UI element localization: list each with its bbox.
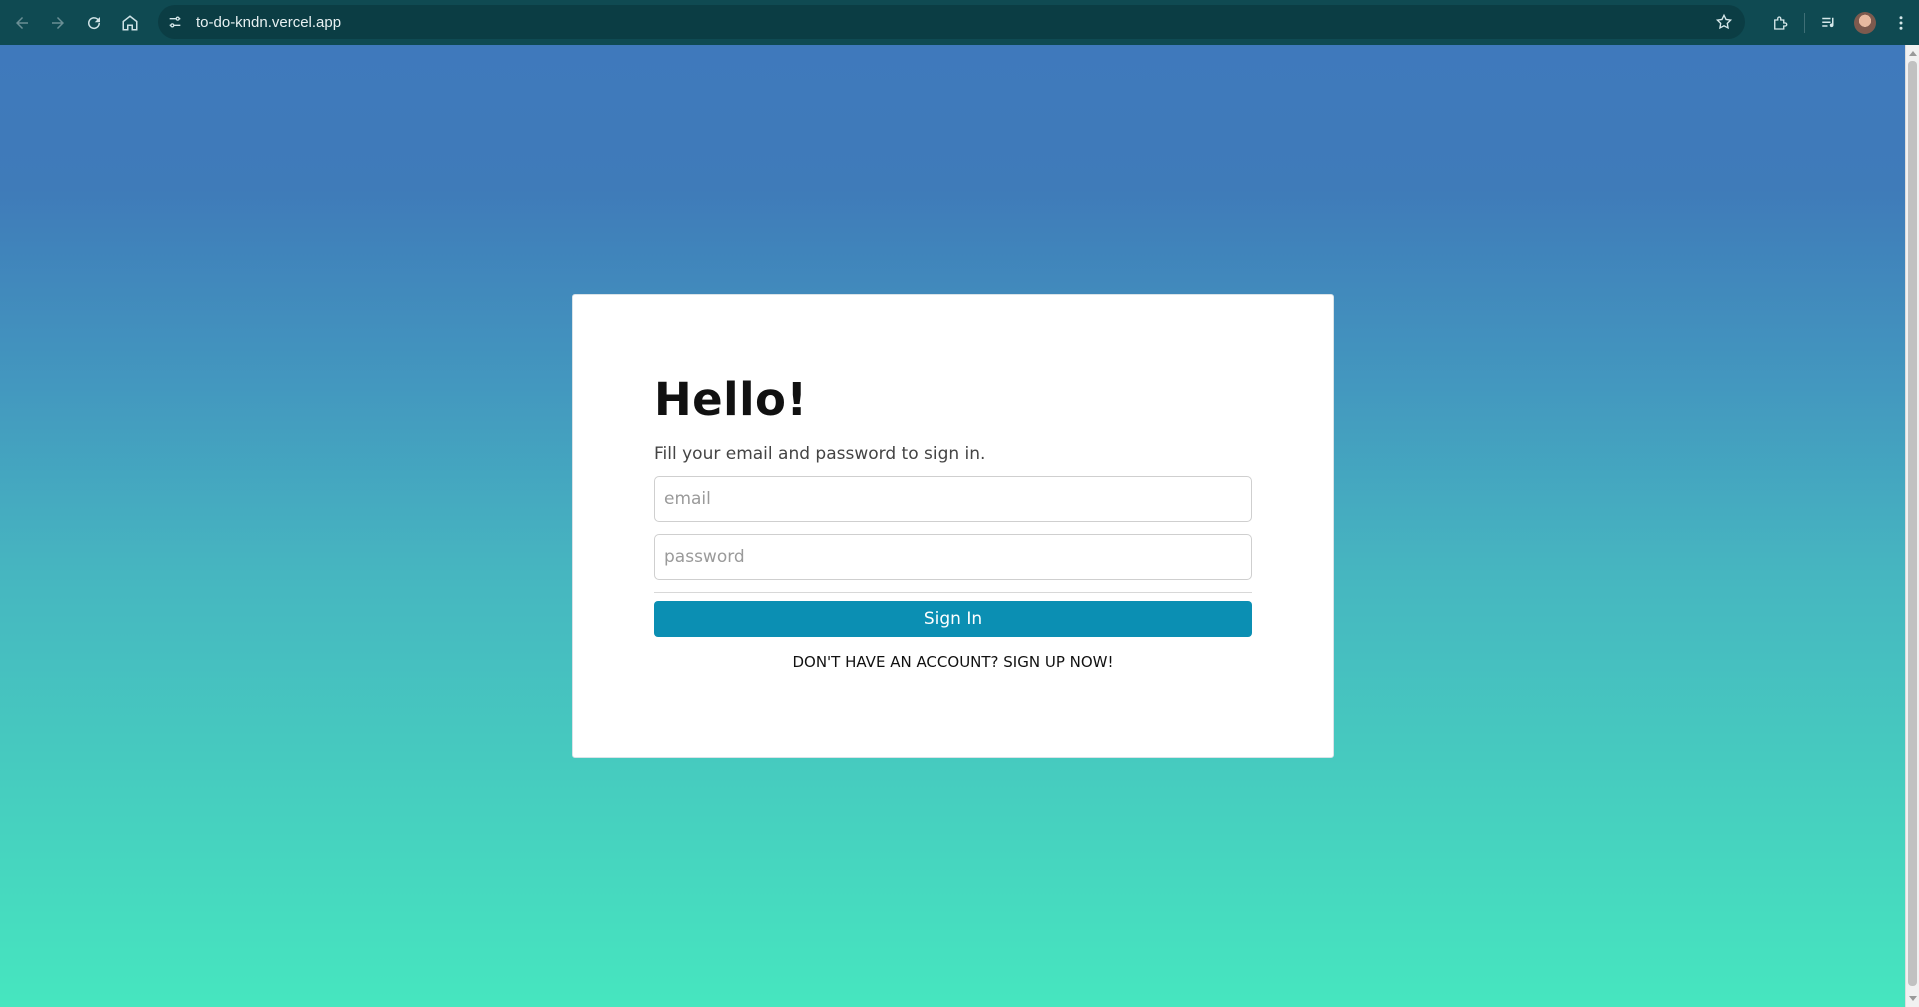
media-controls-icon[interactable]	[1811, 5, 1847, 41]
toolbar-divider	[1804, 12, 1805, 33]
star-icon[interactable]	[1715, 13, 1733, 31]
sign-in-button[interactable]: Sign In	[654, 601, 1252, 637]
vertical-scrollbar[interactable]	[1905, 45, 1919, 1007]
url-text[interactable]: to-do-kndn.vercel.app	[196, 14, 341, 31]
form-divider	[654, 592, 1252, 593]
forward-arrow-icon[interactable]	[40, 5, 76, 41]
back-arrow-icon[interactable]	[4, 5, 40, 41]
scroll-up-icon[interactable]	[1909, 51, 1917, 56]
toolbar-actions	[1762, 0, 1919, 45]
avatar[interactable]	[1847, 5, 1883, 41]
puzzle-icon[interactable]	[1762, 5, 1798, 41]
reload-icon[interactable]	[76, 5, 112, 41]
site-settings-icon[interactable]	[158, 5, 192, 39]
kebab-menu-icon[interactable]	[1883, 5, 1919, 41]
login-subtitle: Fill your email and password to sign in.	[654, 444, 986, 464]
scroll-thumb[interactable]	[1908, 61, 1917, 986]
login-card: Hello! Fill your email and password to s…	[572, 294, 1334, 758]
browser-toolbar: to-do-kndn.vercel.app	[0, 0, 1919, 45]
page-title: Hello!	[654, 373, 808, 426]
page-viewport: Hello! Fill your email and password to s…	[0, 45, 1905, 1007]
password-field[interactable]	[654, 534, 1252, 580]
address-bar[interactable]: to-do-kndn.vercel.app	[158, 5, 1745, 39]
signup-link[interactable]: DON'T HAVE AN ACCOUNT? SIGN UP NOW!	[654, 653, 1252, 671]
login-form: Hello! Fill your email and password to s…	[654, 373, 1252, 671]
email-field[interactable]	[654, 476, 1252, 522]
home-icon[interactable]	[112, 5, 148, 41]
scroll-down-icon[interactable]	[1909, 996, 1917, 1001]
